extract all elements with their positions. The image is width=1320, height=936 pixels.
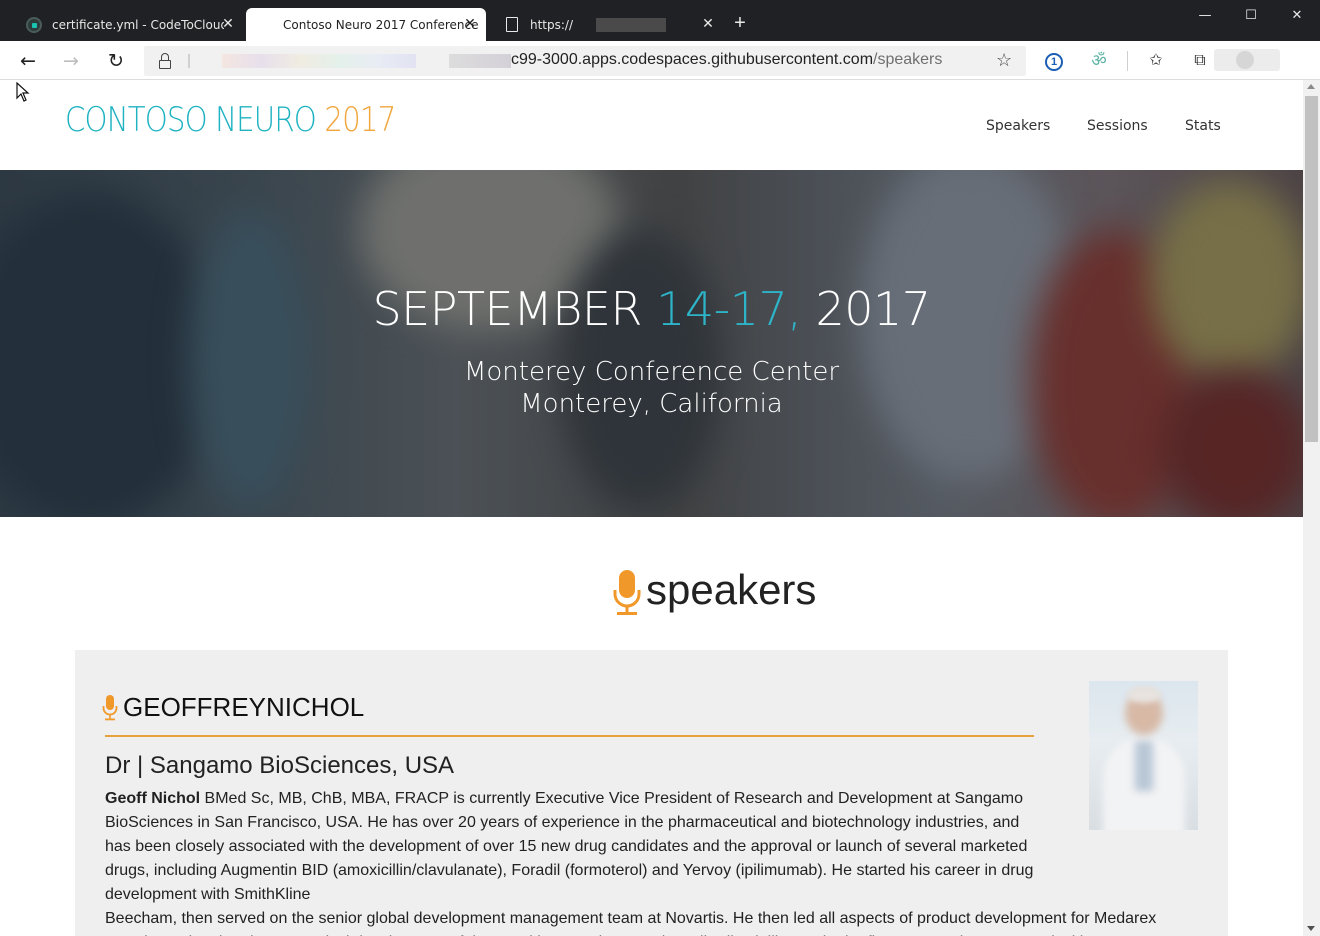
window-maximize-button[interactable]: ☐ [1228, 0, 1274, 32]
window-close-button[interactable]: ✕ [1274, 0, 1320, 32]
bookmark-star-icon[interactable]: ☆ [996, 50, 1012, 71]
page-viewport: CONTOSO NEURO 2017 Speakers Sessions Sta… [0, 80, 1303, 936]
codespaces-favicon-icon [26, 16, 42, 33]
scroll-down-arrow-icon[interactable] [1307, 926, 1315, 931]
site-header: CONTOSO NEURO 2017 Speakers Sessions Sta… [0, 80, 1303, 170]
nav-sessions-link[interactable]: Sessions [1087, 118, 1148, 134]
speaker-affiliation: Dr | Sangamo BioSciences, USA [105, 752, 455, 779]
speaker-bio: Geoff Nichol BMed Sc, MB, ChB, MBA, FRAC… [105, 790, 1157, 936]
event-venue: Monterey Conference Center Monterey, Cal… [0, 356, 1303, 420]
tab-title: Contoso Neuro 2017 Conference [283, 17, 479, 32]
redacted-url-blur [188, 54, 190, 68]
browser-tab-strip: certificate.yml - CodeToCloud-Sc ✕ Conto… [0, 0, 1320, 41]
mouse-cursor-icon [16, 82, 30, 102]
back-arrow-icon[interactable]: ← [16, 49, 40, 73]
tab-title: https:// [530, 17, 574, 32]
tab-close-icon[interactable]: ✕ [462, 16, 478, 32]
forward-arrow-icon[interactable]: → [59, 49, 83, 73]
page-favicon-icon [506, 17, 518, 32]
hero-banner: SEPTEMBER 14-17, 2017 Monterey Conferenc… [0, 170, 1303, 517]
toolbar-divider [1127, 51, 1128, 71]
profile-avatar[interactable] [1214, 49, 1280, 71]
favorites-icon[interactable]: ✩ [1145, 50, 1167, 72]
browser-tab-https[interactable]: https:// ✕ [488, 8, 724, 41]
browser-toolbar: ← → ↻ c99-3000.apps.codespaces.githubuse… [0, 41, 1320, 80]
venue-name: Monterey Conference Center [463, 357, 840, 387]
redacted-url-blur [449, 54, 511, 68]
event-date: SEPTEMBER 14-17, 2017 [372, 282, 931, 336]
speaker-name: GEOFFREYNICHOL [102, 692, 364, 723]
nav-stats-link[interactable]: Stats [1185, 118, 1221, 134]
script-extension-icon[interactable]: ॐ [1088, 50, 1110, 72]
redacted-url-blur [596, 17, 666, 32]
url-text: c99-3000.apps.codespaces.githubuserconte… [511, 51, 943, 68]
scrollbar-thumb[interactable] [1305, 96, 1318, 442]
page-scrollbar[interactable] [1303, 80, 1320, 936]
speakers-heading: speakers [612, 566, 816, 616]
browser-tab-certificate[interactable]: certificate.yml - CodeToCloud-Sc ✕ [8, 8, 244, 41]
site-logo[interactable]: CONTOSO NEURO 2017 [65, 100, 396, 140]
microphone-icon [613, 570, 641, 615]
speaker-card: GEOFFREYNICHOL Dr | Sangamo BioSciences,… [75, 650, 1228, 936]
reload-icon[interactable]: ↻ [104, 49, 128, 73]
lock-icon[interactable] [158, 53, 172, 69]
microphone-icon [102, 694, 118, 720]
redacted-url-blur [222, 54, 416, 68]
window-minimize-button[interactable]: — [1182, 0, 1228, 32]
address-bar[interactable]: c99-3000.apps.codespaces.githubuserconte… [144, 46, 1026, 76]
scroll-up-arrow-icon[interactable] [1307, 84, 1315, 89]
name-divider [105, 735, 1034, 737]
tab-title: certificate.yml - CodeToCloud-Sc [52, 17, 224, 32]
venue-city: Monterey, California [520, 389, 783, 419]
browser-tab-contoso[interactable]: Contoso Neuro 2017 Conference ✕ [246, 8, 486, 41]
tab-close-icon[interactable]: ✕ [700, 16, 716, 32]
collections-icon[interactable]: ⧉ [1189, 50, 1211, 72]
tab-close-icon[interactable]: ✕ [220, 16, 236, 32]
new-tab-button[interactable]: + [730, 13, 750, 33]
password-manager-extension-icon[interactable]: 1 [1043, 50, 1065, 72]
nav-speakers-link[interactable]: Speakers [986, 118, 1050, 134]
